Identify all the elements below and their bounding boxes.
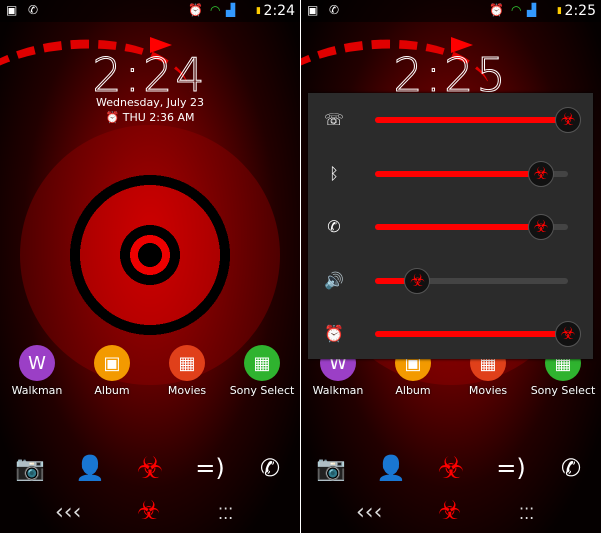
app-label: Movies <box>468 384 508 397</box>
clock-widget[interactable]: 2:24 <box>0 48 300 103</box>
slider-thumb-biohazard-icon[interactable]: ☣ <box>404 267 431 294</box>
volume-slider[interactable]: ☣ <box>375 267 568 294</box>
bluetooth-icon: ᛒ <box>329 163 339 183</box>
app-label: Album <box>94 384 130 397</box>
back-chevrons-icon[interactable]: ‹‹‹ <box>356 500 382 525</box>
wifi-icon: ◠ <box>210 3 221 17</box>
dock-camera-icon[interactable]: 📷 <box>313 450 349 486</box>
dock-messaging-icon[interactable]: =) <box>192 450 228 486</box>
app-drawer-dots-icon[interactable]: ⁚⁚⁚ <box>519 504 534 523</box>
alarm-clock-icon: ⏰ <box>105 111 120 124</box>
alarm-volume-icon: ⏰ <box>324 324 344 343</box>
signal-icon: ▟ <box>527 3 537 17</box>
dock-contacts-icon[interactable]: 👤 <box>373 450 409 486</box>
slider-thumb-biohazard-icon[interactable]: ☣ <box>527 160 554 187</box>
volume-row: ⏰ ☣ <box>308 314 593 354</box>
ringtone-icon: ☏ <box>323 110 344 129</box>
picture-notification-icon: ▣ <box>307 3 319 17</box>
next-alarm: ⏰ THU 2:36 AM <box>0 111 300 124</box>
volume-row: ☏ ☣ <box>308 100 593 140</box>
biohazard-home-icon[interactable]: ☣ <box>137 496 160 526</box>
app-label: Sony Select <box>530 384 596 397</box>
status-bar: ▣ ✆ ⏰ ◠ ▟ ▮ 2:24 <box>0 0 300 22</box>
sony-select-icon: ▦ <box>244 345 280 381</box>
volume-row: ᛒ ☣ <box>308 154 593 194</box>
alarm-icon: ⏰ <box>489 3 504 17</box>
slider-fill <box>375 170 541 177</box>
battery-icon: ▮ <box>557 6 562 16</box>
volume-row: ✆ ☣ <box>308 207 593 247</box>
app-sony-select[interactable]: ▦ Sony Select <box>227 345 297 397</box>
dock-camera-icon[interactable]: 📷 <box>12 450 48 486</box>
slider-thumb-biohazard-icon[interactable]: ☣ <box>527 214 554 240</box>
album-icon: ▣ <box>94 345 130 381</box>
app-movies[interactable]: ▦ Movies <box>152 345 222 397</box>
slider-fill <box>375 331 568 337</box>
volume-panel: ☏ ☣ ᛒ ☣ ✆ ☣ 🔊 ☣ ⏰ ☣ <box>308 93 593 359</box>
app-label: Walkman <box>11 384 63 397</box>
dock-contacts-icon[interactable]: 👤 <box>72 450 108 486</box>
wifi-icon: ◠ <box>511 3 522 17</box>
app-label: Walkman <box>312 384 364 397</box>
battery-icon: ▮ <box>256 6 261 16</box>
dock-biohazard-app-drawer-icon[interactable]: ☣ <box>132 450 168 486</box>
volume-slider[interactable]: ☣ <box>375 321 581 347</box>
dock-phone-icon[interactable]: ✆ <box>553 450 589 486</box>
movies-icon: ▦ <box>169 345 205 381</box>
app-album[interactable]: ▣ Album <box>77 345 147 397</box>
call-notification-icon: ✆ <box>28 3 39 17</box>
clock-date: Wednesday, July 23 <box>96 96 204 109</box>
app-label: Sony Select <box>229 384 295 397</box>
slider-thumb-biohazard-icon[interactable]: ☣ <box>555 107 581 133</box>
picture-notification-icon: ▣ <box>6 3 18 17</box>
app-drawer-dots-icon[interactable]: ⁚⁚⁚ <box>218 504 233 523</box>
back-chevrons-icon[interactable]: ‹‹‹ <box>55 500 81 525</box>
dock-biohazard-app-drawer-icon[interactable]: ☣ <box>433 450 469 486</box>
volume-slider[interactable]: ☣ <box>375 214 568 240</box>
home-screen-0: ▣ ✆ ⏰ ◠ ▟ ▮ 2:24 2:24 Wednesday, July 23… <box>0 0 300 533</box>
next-alarm-text: THU 2:36 AM <box>122 111 195 124</box>
slider-fill <box>375 117 568 123</box>
call-notification-icon: ✆ <box>329 3 340 17</box>
status-time: 2:24 <box>263 3 295 19</box>
app-label: Album <box>395 384 431 397</box>
status-time: 2:25 <box>564 3 596 19</box>
app-walkman[interactable]: W Walkman <box>2 345 72 397</box>
walkman-icon: W <box>19 345 55 381</box>
slider-fill <box>375 224 541 230</box>
volume-row: 🔊 ☣ <box>308 261 593 301</box>
app-label: Movies <box>167 384 207 397</box>
call-volume-icon: ✆ <box>327 217 341 236</box>
volume-slider[interactable]: ☣ <box>375 160 568 187</box>
volume-slider[interactable]: ☣ <box>375 107 581 133</box>
dock-phone-icon[interactable]: ✆ <box>252 450 288 486</box>
slider-thumb-biohazard-icon[interactable]: ☣ <box>555 321 581 347</box>
status-bar: ▣ ✆ ⏰ ◠ ▟ ▮ 2:25 <box>301 0 601 22</box>
media-volume-icon: 🔊 <box>324 270 344 290</box>
signal-icon: ▟ <box>226 3 236 17</box>
dock-messaging-icon[interactable]: =) <box>493 450 529 486</box>
biohazard-home-icon[interactable]: ☣ <box>438 496 461 526</box>
alarm-icon: ⏰ <box>188 3 203 17</box>
home-screen-1: ▣ ✆ ⏰ ◠ ▟ ▮ 2:25 2:25 W Walkman ▣ Album … <box>301 0 601 533</box>
